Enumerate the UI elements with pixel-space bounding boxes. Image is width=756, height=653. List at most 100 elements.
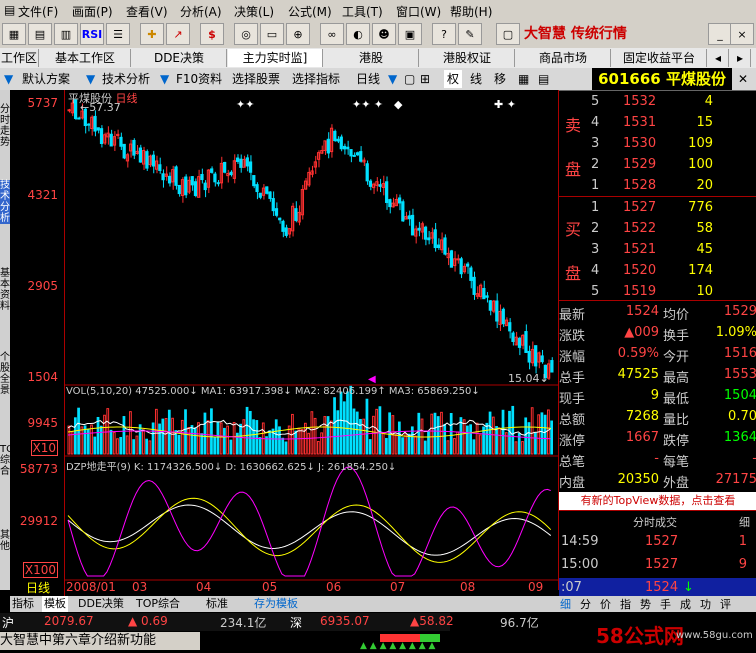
zoom-icon[interactable]: ⊕ (286, 23, 310, 45)
panel-tab[interactable]: 细 (560, 596, 571, 612)
book-icon[interactable]: ▣ (398, 23, 422, 45)
dropdown-arrow-icon[interactable]: ▼ (160, 70, 169, 88)
tab-dde[interactable]: DDE决策 (132, 49, 227, 67)
order-row[interactable]: 涨跌 ▲009 换手 1.09% (559, 323, 756, 344)
tab-fixed-income[interactable]: 固定收益平台 (612, 49, 707, 67)
dropdown-arrow-icon[interactable]: ▼ (86, 70, 95, 88)
chart-icon[interactable]: ▥ (54, 23, 78, 45)
panel-tab[interactable]: 评 (720, 596, 731, 612)
tile-icon[interactable]: ▦ (2, 23, 26, 45)
dial-icon[interactable]: ◐ (346, 23, 370, 45)
tab-next-icon[interactable]: ▸ (730, 49, 751, 67)
tab-workspace[interactable]: 工作区 (0, 49, 39, 67)
panel-tab[interactable]: 指 (620, 596, 631, 612)
order-row[interactable]: 4 1531 15 (559, 113, 756, 134)
order-row[interactable]: 5 1532 4 (559, 92, 756, 113)
side-tab-intraday[interactable]: 分时走势 (0, 104, 10, 148)
box-icon[interactable]: ▢ (404, 70, 415, 88)
tab-top-overall[interactable]: TOP综合 (136, 596, 180, 612)
period-daily-button[interactable]: 日线 (356, 70, 380, 88)
menu-formula[interactable]: 公式(M) (288, 3, 332, 20)
list-icon[interactable]: ☰ (106, 23, 130, 45)
order-row[interactable]: 最新 1524 均价 1529 (559, 302, 756, 323)
window-icon[interactable]: ▢ (496, 23, 520, 45)
line-button[interactable]: 线 (470, 70, 482, 88)
order-row[interactable]: 总笔-每笔- (559, 449, 756, 470)
order-row[interactable]: 4 1520 174 (559, 261, 756, 282)
move-button[interactable]: 移 (494, 70, 506, 88)
select-indicator-button[interactable]: 选择指标 (292, 70, 340, 88)
panel-tab[interactable]: 势 (640, 596, 651, 612)
tab-hk-stock[interactable]: 港股 (324, 49, 419, 67)
grid-icon[interactable]: ▤ (28, 23, 52, 45)
close-icon[interactable]: ✕ (738, 70, 748, 88)
order-row[interactable]: 15:00 1527 9 (559, 555, 756, 576)
minimize-icon[interactable]: _ (708, 23, 732, 45)
side-tab-panorama[interactable]: 个股全景 (0, 352, 10, 396)
order-row[interactable]: 3 1521 45 (559, 240, 756, 261)
tab-basic-workspace[interactable]: 基本工作区 (40, 49, 131, 67)
menu-view[interactable]: 查看(V) (126, 3, 168, 20)
kline-chart[interactable] (10, 90, 558, 596)
order-row[interactable]: 1 1527 776 (559, 198, 756, 219)
tab-prev-icon[interactable]: ◂ (708, 49, 729, 67)
panel-tab[interactable]: 分 (580, 596, 591, 612)
crosshair-icon[interactable]: ✚ (140, 23, 164, 45)
menu-view-screen[interactable]: 画面(P) (72, 3, 113, 20)
select-stock-button[interactable]: 选择股票 (232, 70, 280, 88)
order-row[interactable]: 总额 7268 量比 0.70 (559, 407, 756, 428)
menu-decision[interactable]: 决策(L) (234, 3, 274, 20)
rights-button[interactable]: 权 (444, 70, 463, 88)
order-row[interactable]: 3 1530 109 (559, 134, 756, 155)
money-icon[interactable]: ▭ (260, 23, 284, 45)
side-tab-basic[interactable]: 基本资料 (0, 268, 10, 312)
tab-save-template[interactable]: 存为模板 (254, 596, 298, 612)
menu-file[interactable]: 文件(F) (18, 3, 58, 20)
panel-tab[interactable]: 成 (680, 596, 691, 612)
order-row[interactable]: 14:59 1527 1 (559, 532, 756, 553)
table-icon[interactable]: ▦ (518, 70, 529, 88)
order-row[interactable]: 涨停 1667 跌停 1364 (559, 428, 756, 449)
side-tab-technical[interactable]: 技术分析 (0, 180, 10, 224)
order-row[interactable]: 现手 9 最低 1504 (559, 386, 756, 407)
f10-button[interactable]: F10资料 (176, 70, 222, 88)
dropdown-arrow-icon[interactable]: ▼ (388, 70, 397, 88)
arrow-icon[interactable]: ↗ (166, 23, 190, 45)
menu-icon[interactable]: ▤ (4, 3, 15, 17)
order-row[interactable]: 2 1529 100 (559, 155, 756, 176)
rsi-button[interactable]: RSI (80, 23, 104, 45)
panel-tab[interactable]: 价 (600, 596, 611, 612)
grid-icon[interactable]: ▤ (538, 70, 549, 88)
order-row[interactable]: 总手 47525 最高 1553 (559, 365, 756, 386)
people-icon[interactable]: ☻ (372, 23, 396, 45)
panel-tab[interactable]: 功 (700, 596, 711, 612)
topview-button[interactable]: 有新的TopView数据，点击查看 (559, 492, 756, 510)
tab-standard[interactable]: 标准 (206, 596, 228, 612)
panel-tab[interactable]: 手 (660, 596, 671, 612)
tab-dde-decision[interactable]: DDE决策 (78, 596, 124, 612)
pen-icon[interactable]: ✎ (458, 23, 482, 45)
order-row[interactable]: 1 1528 20 (559, 176, 756, 197)
help-icon[interactable]: ? (432, 23, 456, 45)
order-row[interactable]: 内盘 20350 外盘 27175 (559, 470, 756, 491)
chart-area[interactable] (10, 90, 558, 596)
side-tab-top[interactable]: TOP综合 (0, 444, 20, 477)
default-scheme-button[interactable]: 默认方案 (22, 70, 70, 88)
order-row[interactable]: 2 1522 58 (559, 219, 756, 240)
menu-window[interactable]: 窗口(W) (396, 3, 441, 20)
dollar-button[interactable]: $ (200, 23, 224, 45)
tab-commodity[interactable]: 商品市场 (516, 49, 611, 67)
menu-tools[interactable]: 工具(T) (342, 3, 383, 20)
dropdown-arrow-icon[interactable]: ▼ (4, 70, 13, 88)
tab-template[interactable]: 模板 (42, 596, 68, 612)
plus-icon[interactable]: ⊞ (420, 70, 430, 88)
menu-help[interactable]: 帮助(H) (450, 3, 492, 20)
ticks-detail[interactable]: 细 (739, 514, 750, 530)
close-icon[interactable]: × (730, 23, 754, 45)
tab-indicator[interactable]: 指标 (12, 596, 34, 612)
order-row[interactable]: 涨幅 0.59% 今开 1516 (559, 344, 756, 365)
glasses-icon[interactable]: ◎ (234, 23, 258, 45)
tab-hk-warrant[interactable]: 港股权证 (420, 49, 515, 67)
side-tab-other[interactable]: 其他 (0, 530, 10, 552)
news-ticker[interactable]: 大智慧中第六章介绍新功能 (0, 632, 200, 650)
